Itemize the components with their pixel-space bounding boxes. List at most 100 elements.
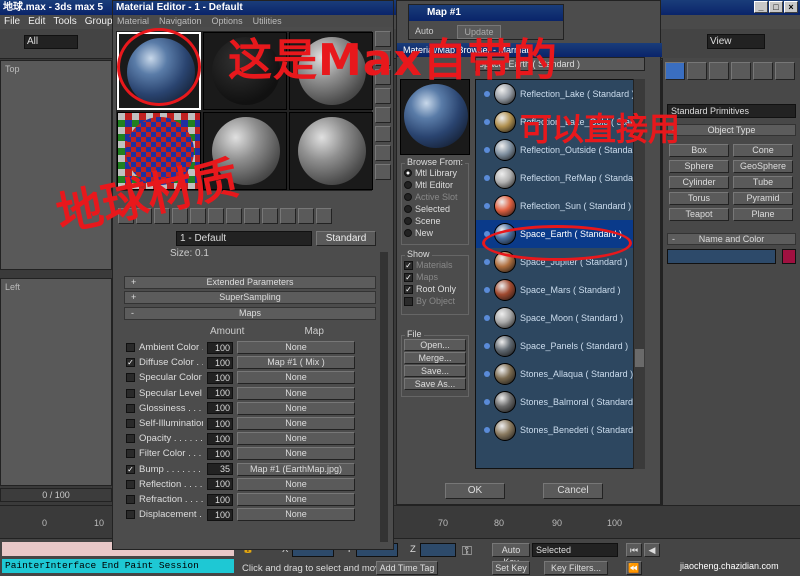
map-slot-button[interactable]: None (237, 341, 355, 354)
map-amount-spinner[interactable]: 100 (207, 402, 233, 415)
go-forward-icon[interactable] (316, 208, 332, 224)
map-amount-spinner[interactable]: 100 (207, 371, 233, 384)
name-and-color-rollout[interactable]: - Name and Color (667, 233, 796, 245)
map-amount-spinner[interactable]: 100 (207, 341, 233, 354)
key-filters-button[interactable]: Key Filters... (544, 561, 608, 575)
material-name-field[interactable]: 1 - Default (176, 230, 312, 246)
create-tab-icon[interactable] (665, 62, 685, 80)
map-amount-spinner[interactable]: 100 (207, 478, 233, 491)
previous-frame-icon[interactable]: ◀ (644, 543, 660, 557)
primitive-button-box[interactable]: Box (669, 144, 729, 157)
primitive-button-tube[interactable]: Tube (733, 176, 793, 189)
map-slot-button[interactable]: None (237, 447, 355, 461)
map-slot-button[interactable]: Map #1 (EarthMap.jpg) (237, 462, 355, 476)
put-to-scene-icon[interactable] (136, 208, 152, 224)
ok-button[interactable]: OK (445, 483, 505, 499)
get-material-icon[interactable] (118, 208, 134, 224)
background-icon[interactable] (375, 69, 391, 85)
show-checkbox[interactable]: ✓ Materials (404, 259, 466, 271)
map-amount-spinner[interactable]: 100 (207, 387, 233, 400)
z-coordinate-field[interactable] (420, 543, 456, 557)
time-slider[interactable]: 0 / 100 (0, 488, 112, 502)
object-name-field[interactable] (667, 249, 776, 264)
open-button[interactable]: Open... (404, 339, 466, 351)
merge-button[interactable]: Merge... (404, 352, 466, 364)
options-icon[interactable] (375, 145, 391, 161)
sample-slot[interactable] (289, 32, 373, 110)
map-enable-checkbox[interactable] (126, 434, 135, 444)
viewport-left[interactable]: Left (0, 278, 112, 486)
map-slot-button[interactable]: None (237, 477, 355, 491)
update-button[interactable]: Update (457, 25, 501, 39)
map-slot-button[interactable]: None (237, 386, 355, 400)
browser-current-material[interactable]: Space_Earth ( Standard ) (475, 57, 645, 71)
object-type-rollout[interactable]: - Object Type (667, 124, 796, 136)
map-enable-checkbox[interactable] (126, 495, 135, 504)
material-list-item[interactable]: Reflection_Outside ( Standard (476, 136, 644, 164)
show-map-icon[interactable] (262, 208, 278, 224)
map-slot-button[interactable]: None (237, 493, 355, 506)
material-list-item[interactable]: Reflection_Lake_Gold ( Stan (476, 108, 644, 136)
go-to-parent-icon[interactable] (298, 208, 314, 224)
reference-coordinate-dropdown[interactable]: View (707, 34, 765, 49)
material-list-item[interactable]: Space_Panels ( Standard ) (476, 332, 644, 360)
category-dropdown[interactable]: Standard Primitives (667, 104, 796, 118)
motion-tab-icon[interactable] (731, 62, 751, 80)
utilities-tab-icon[interactable] (775, 62, 795, 80)
rollout-maps[interactable]: - Maps (124, 307, 376, 320)
primitive-button-cylinder[interactable]: Cylinder (669, 176, 729, 189)
material-list-item[interactable]: Stones_Benedeti ( Standard (476, 416, 644, 444)
selected-dropdown[interactable]: Selected (532, 543, 618, 557)
show-checkbox[interactable]: ✓ Maps (404, 271, 466, 283)
sample-slot[interactable] (117, 112, 201, 190)
map-enable-checkbox[interactable] (126, 449, 135, 459)
hierarchy-tab-icon[interactable] (709, 62, 729, 80)
go-to-start-icon[interactable]: ⏮ (626, 543, 642, 557)
show-end-result-icon[interactable] (280, 208, 296, 224)
map-amount-spinner[interactable]: 35 (207, 463, 233, 476)
map-slot-button[interactable]: None (237, 432, 355, 446)
menu-options[interactable]: Options (212, 15, 243, 27)
auto-key-button[interactable]: Auto Key (492, 543, 530, 567)
close-button[interactable]: × (784, 1, 798, 13)
browse-from-radio[interactable]: Mtl Editor (404, 179, 466, 191)
save-button[interactable]: Save... (404, 365, 466, 377)
browse-from-radio[interactable]: New (404, 227, 466, 239)
video-check-icon[interactable] (375, 107, 391, 123)
viewport-top[interactable]: Top (0, 60, 112, 270)
map-enable-checkbox[interactable] (126, 479, 135, 489)
map-amount-spinner[interactable]: 100 (207, 447, 233, 460)
scroll-thumb[interactable] (635, 349, 644, 367)
maximize-button[interactable]: □ (769, 1, 783, 13)
key-mode-icon[interactable]: ⏪ (626, 561, 642, 575)
modify-tab-icon[interactable] (687, 62, 707, 80)
material-list-item[interactable]: Stones_Allaqua ( Standard ) (476, 360, 644, 388)
make-copy-icon[interactable] (190, 208, 206, 224)
primitive-button-pyramid[interactable]: Pyramid (733, 192, 793, 205)
selection-filter-dropdown[interactable]: All (24, 35, 78, 49)
viewport-label[interactable]: Top (5, 64, 20, 74)
show-checkbox[interactable]: ✓ Root Only (404, 283, 466, 295)
menu-tools[interactable]: Tools (53, 15, 76, 29)
browse-from-radio[interactable]: Mtl Library (404, 167, 466, 179)
make-preview-icon[interactable] (375, 126, 391, 142)
primitive-button-plane[interactable]: Plane (733, 208, 793, 221)
minimize-button[interactable]: _ (754, 1, 768, 13)
auto-checkbox[interactable]: Auto (415, 26, 434, 36)
map-slot-button[interactable]: None (237, 371, 355, 385)
reset-map-icon[interactable] (172, 208, 188, 224)
menu-utilities[interactable]: Utilities (253, 15, 282, 27)
backlight-icon[interactable] (375, 50, 391, 66)
maxscript-output[interactable]: PainterInterface End Paint Session (2, 559, 234, 573)
menu-edit[interactable]: Edit (28, 15, 45, 29)
primitive-button-sphere[interactable]: Sphere (669, 160, 729, 173)
map-enable-checkbox[interactable] (126, 403, 135, 413)
sample-slot[interactable] (289, 112, 373, 190)
show-checkbox[interactable]: By Object (404, 295, 466, 307)
viewport-label[interactable]: Left (5, 282, 20, 292)
uv-tiling-icon[interactable] (375, 88, 391, 104)
primitive-button-cone[interactable]: Cone (733, 144, 793, 157)
display-tab-icon[interactable] (753, 62, 773, 80)
map-enable-checkbox[interactable] (126, 419, 135, 428)
map-slot-button[interactable]: None (237, 508, 355, 522)
